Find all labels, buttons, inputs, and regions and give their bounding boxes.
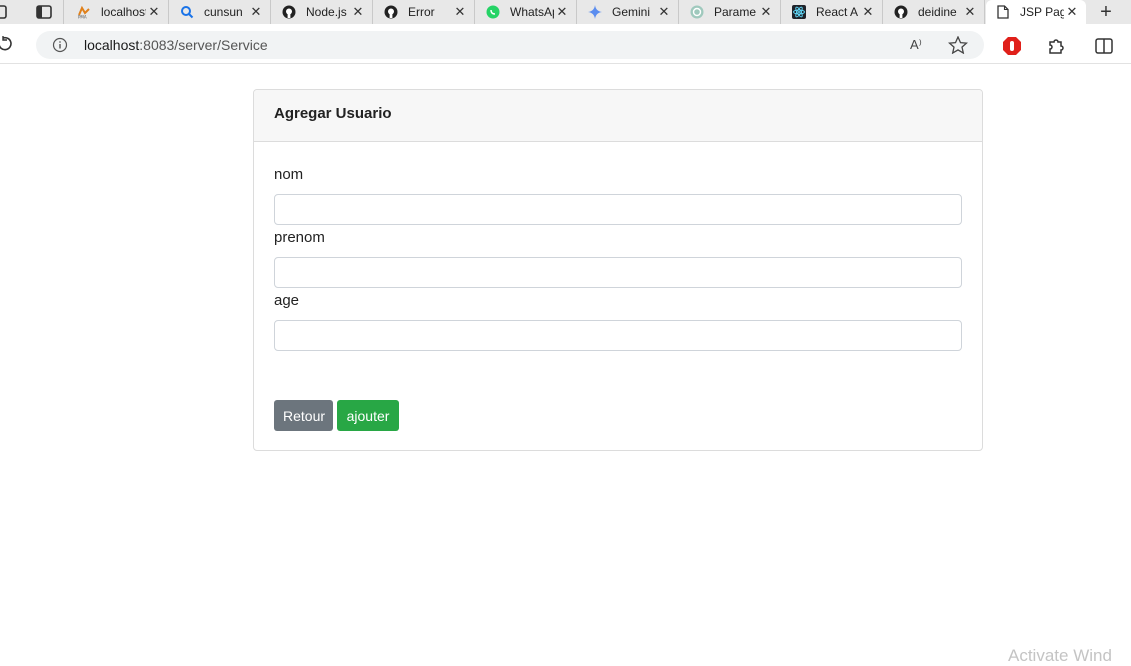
- read-aloud-icon[interactable]: A⁾: [910, 37, 928, 53]
- activate-windows-watermark: Activate Wind: [1008, 646, 1112, 665]
- close-icon[interactable]: ✕: [350, 4, 366, 20]
- tab-title: cunsun: [204, 5, 243, 19]
- nom-input[interactable]: [274, 194, 962, 225]
- reload-icon[interactable]: [0, 32, 18, 56]
- tab-gemini[interactable]: Gemini ✕: [578, 0, 679, 24]
- page-icon: [996, 5, 1010, 19]
- info-icon[interactable]: [52, 37, 68, 53]
- vertical-tabs-icon[interactable]: [24, 0, 64, 24]
- tab-title: Parame: [714, 5, 757, 19]
- close-icon[interactable]: ✕: [248, 4, 264, 20]
- tab-nodejs[interactable]: Node.js ✕: [272, 0, 373, 24]
- tab-title: Error: [408, 5, 435, 19]
- search-icon: [180, 5, 194, 19]
- tab-parame[interactable]: Parame ✕: [680, 0, 781, 24]
- github-icon: [894, 5, 908, 19]
- extensions-puzzle-icon[interactable]: [1046, 36, 1066, 56]
- github-icon: [282, 5, 296, 19]
- age-input[interactable]: [274, 320, 962, 351]
- add-button[interactable]: ajouter: [337, 400, 399, 431]
- gemini-icon: [588, 5, 602, 19]
- close-icon[interactable]: ✕: [758, 4, 774, 20]
- github-icon: [384, 5, 398, 19]
- card-title: Agregar Usuario: [274, 105, 392, 122]
- tab-title: React A: [816, 5, 859, 19]
- tab-title: WhatsApp: [510, 5, 554, 19]
- tab-cunsun[interactable]: cunsun ✕: [170, 0, 271, 24]
- adblock-extension-icon[interactable]: [1002, 36, 1022, 56]
- tab-title: JSP Page: [1020, 5, 1064, 19]
- phpmyadmin-icon: PMA: [77, 5, 91, 19]
- close-icon[interactable]: ✕: [452, 4, 468, 20]
- back-button[interactable]: Retour: [274, 400, 333, 431]
- tab-strip: PMA localhost ✕ cunsun ✕ Node.js ✕ Error…: [0, 0, 1131, 24]
- close-icon[interactable]: ✕: [554, 4, 570, 20]
- address-toolbar: localhost:8083/server/Service A⁾: [0, 24, 1131, 64]
- nom-label: nom: [274, 166, 304, 183]
- age-label: age: [274, 292, 300, 309]
- svg-text:PMA: PMA: [78, 15, 87, 20]
- new-tab-icon[interactable]: +: [1094, 0, 1118, 24]
- tab-jsp-page[interactable]: JSP Page ✕: [986, 0, 1086, 24]
- tab-list-icon[interactable]: [0, 0, 12, 24]
- tab-title: Gemini: [612, 5, 651, 19]
- tab-deidine[interactable]: deidine ✕: [884, 0, 985, 24]
- close-icon[interactable]: ✕: [962, 4, 978, 20]
- close-icon[interactable]: ✕: [860, 4, 876, 20]
- tab-localhost[interactable]: PMA localhost ✕: [67, 0, 169, 24]
- tab-title: Node.js: [306, 5, 347, 19]
- whatsapp-icon: [486, 5, 500, 19]
- split-screen-icon[interactable]: [1094, 36, 1114, 56]
- card-header: Agregar Usuario: [254, 90, 982, 142]
- tab-whatsapp[interactable]: WhatsApp ✕: [476, 0, 577, 24]
- chatgpt-icon: [690, 5, 704, 19]
- close-icon[interactable]: ✕: [656, 4, 672, 20]
- add-user-card: Agregar Usuario nom prenom age Retour aj…: [253, 89, 983, 451]
- address-bar[interactable]: localhost:8083/server/Service A⁾: [36, 31, 984, 59]
- url-text[interactable]: localhost:8083/server/Service: [84, 37, 268, 53]
- close-icon[interactable]: ✕: [146, 4, 162, 20]
- url-path: :8083/server/Service: [139, 37, 268, 53]
- prenom-label: prenom: [274, 229, 325, 246]
- tab-title: localhost: [101, 5, 146, 19]
- prenom-input[interactable]: [274, 257, 962, 288]
- favorite-star-icon[interactable]: [947, 35, 969, 55]
- react-icon: [792, 5, 806, 19]
- tab-title: deidine: [918, 5, 957, 19]
- tab-react[interactable]: React A ✕: [782, 0, 883, 24]
- tab-error[interactable]: Error ✕: [374, 0, 475, 24]
- close-icon[interactable]: ✕: [1064, 4, 1080, 20]
- url-host: localhost: [84, 37, 140, 53]
